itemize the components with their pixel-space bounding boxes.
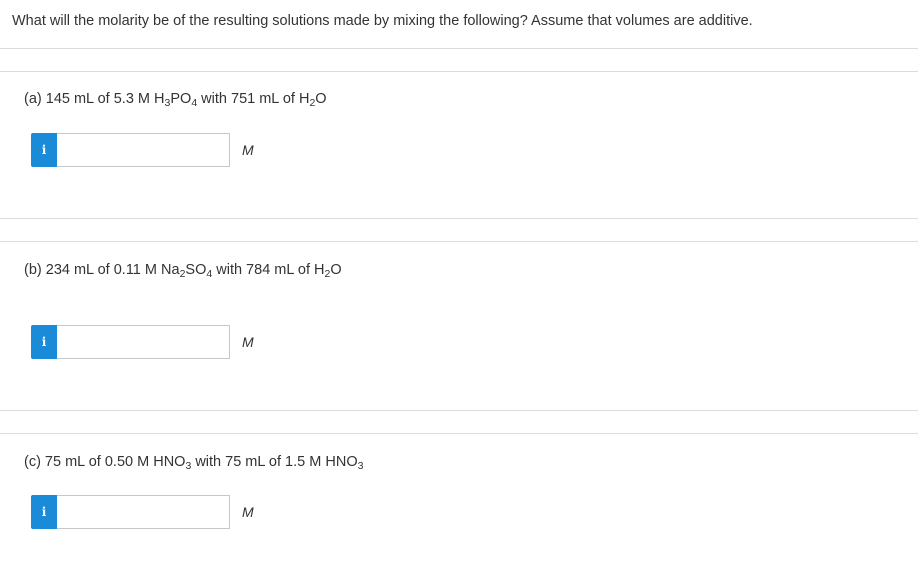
info-icon[interactable]: i (31, 325, 57, 359)
part-a-answer-input[interactable] (57, 133, 230, 167)
info-icon[interactable]: i (31, 495, 57, 529)
unit-label: M (242, 334, 254, 350)
part-b-answer-row: i M (31, 325, 254, 359)
unit-label: M (242, 142, 254, 158)
divider (0, 48, 918, 49)
divider (0, 433, 918, 434)
divider (0, 410, 918, 411)
unit-label: M (242, 504, 254, 520)
divider (0, 218, 918, 219)
part-a-prompt: (a) 145 mL of 5.3 M H3PO4 with 751 mL of… (24, 91, 327, 109)
part-c-answer-row: i M (31, 495, 254, 529)
question-text: What will the molarity be of the resulti… (12, 13, 753, 29)
divider (0, 71, 918, 72)
part-b-answer-input[interactable] (57, 325, 230, 359)
info-icon[interactable]: i (31, 133, 57, 167)
part-c-prompt: (c) 75 mL of 0.50 M HNO3 with 75 mL of 1… (24, 454, 364, 472)
part-a-answer-row: i M (31, 133, 254, 167)
divider (0, 241, 918, 242)
part-b-prompt: (b) 234 mL of 0.11 M Na2SO4 with 784 mL … (24, 262, 342, 280)
part-c-answer-input[interactable] (57, 495, 230, 529)
